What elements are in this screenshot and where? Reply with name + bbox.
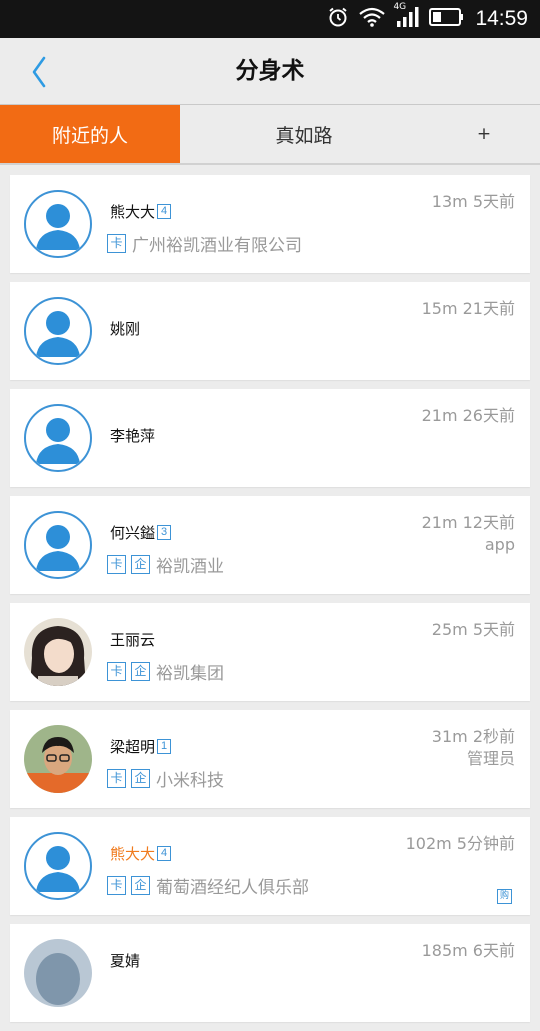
- page-title: 分身术: [235, 58, 305, 84]
- contact-name: 何兴鎰: [110, 524, 156, 542]
- user-photo: [24, 618, 92, 686]
- avatar: [24, 297, 92, 365]
- user-photo: [24, 939, 92, 1007]
- list-item[interactable]: 梁超明 1 卡 企 小米科技 31m 2秒前 管理员: [10, 710, 530, 808]
- level-badge: 3: [157, 525, 172, 540]
- list-item[interactable]: 熊大大 4 卡 企 葡萄酒经纪人俱乐部 102m 5分钟前 购: [10, 817, 530, 915]
- level-badge: 4: [157, 204, 172, 219]
- company-row: 卡 企 裕凯酒业: [107, 552, 224, 577]
- name-row: 王丽云: [110, 629, 155, 650]
- avatar: [24, 618, 92, 686]
- contact-name: 夏婧: [110, 952, 141, 970]
- contact-name: 熊大大: [110, 845, 156, 863]
- contact-name: 姚刚: [110, 320, 141, 338]
- wifi-icon: [359, 7, 386, 31]
- person-icon: [36, 311, 80, 357]
- distance-time-text: 31m 2秒前: [431, 727, 515, 746]
- person-icon: [36, 846, 80, 892]
- avatar: [24, 725, 92, 793]
- card-badge: 卡: [107, 662, 126, 681]
- contact-list: 熊大大 4 卡 广州裕凯酒业有限公司 13m 5天前 姚刚 15m 21天前 李…: [10, 175, 530, 1031]
- source-label: app: [484, 535, 515, 554]
- name-row: 梁超明 1: [110, 736, 172, 757]
- company-name: 广州裕凯酒业有限公司: [132, 236, 302, 256]
- distance-time-text: 15m 21天前: [421, 299, 515, 318]
- distance-time: 185m 6天前: [422, 940, 515, 962]
- company-name: 裕凯集团: [156, 664, 224, 684]
- company-row: 卡 广州裕凯酒业有限公司: [107, 231, 302, 256]
- list-item[interactable]: 何兴鎰 3 卡 企 裕凯酒业 21m 12天前 app: [10, 496, 530, 594]
- avatar: [24, 190, 92, 258]
- company-name: 裕凯酒业: [156, 557, 224, 577]
- enterprise-badge: 企: [131, 769, 150, 788]
- company-row: 卡 企 葡萄酒经纪人俱乐部: [107, 873, 309, 898]
- list-item[interactable]: 夏婧 185m 6天前: [10, 924, 530, 1022]
- add-tab-button[interactable]: +: [428, 105, 540, 163]
- user-photo: [24, 725, 92, 793]
- card-badge: 卡: [107, 769, 126, 788]
- distance-time: 15m 21天前: [422, 298, 515, 320]
- card-badge: 卡: [107, 234, 126, 253]
- enterprise-badge: 企: [131, 662, 150, 681]
- status-bar: 4G 14:59: [0, 0, 540, 38]
- avatar: [24, 939, 92, 1007]
- company-row: 卡 企 裕凯集团: [107, 659, 224, 684]
- distance-time-text: 102m 5分钟前: [405, 834, 515, 853]
- distance-time-text: 25m 5天前: [431, 620, 515, 639]
- purchase-badge: 购: [497, 889, 512, 904]
- distance-time-text: 13m 5天前: [431, 192, 515, 211]
- card-badge: 卡: [107, 876, 126, 895]
- distance-time: 31m 2秒前 管理员: [432, 726, 515, 770]
- name-row: 熊大大 4: [110, 201, 172, 222]
- person-icon: [36, 525, 80, 571]
- name-row: 何兴鎰 3: [110, 522, 172, 543]
- status-icons: 4G 14:59: [327, 0, 528, 38]
- avatar: [24, 832, 92, 900]
- signal-icon: 4G: [393, 2, 419, 32]
- distance-time: 21m 26天前: [422, 405, 515, 427]
- card-badge: 卡: [107, 555, 126, 574]
- clock: 14:59: [475, 7, 528, 30]
- person-icon: [36, 418, 80, 464]
- battery-icon: [429, 7, 465, 31]
- person-icon: [36, 204, 80, 250]
- list-item[interactable]: 李艳萍 21m 26天前: [10, 389, 530, 487]
- distance-time-text: 21m 26天前: [421, 406, 515, 425]
- tab-bar: 附近的人 真如路 +: [0, 104, 540, 165]
- distance-time-text: 185m 6天前: [421, 941, 515, 960]
- enterprise-badge: 企: [131, 555, 150, 574]
- distance-time: 13m 5天前: [432, 191, 515, 213]
- enterprise-badge: 企: [131, 876, 150, 895]
- tab-zhenru-road[interactable]: 真如路: [180, 105, 428, 163]
- contact-name: 梁超明: [110, 738, 156, 756]
- distance-time: 21m 12天前 app: [422, 512, 515, 556]
- name-row: 夏婧: [110, 950, 140, 971]
- contact-name: 李艳萍: [110, 427, 156, 445]
- list-item[interactable]: 王丽云 卡 企 裕凯集团 25m 5天前: [10, 603, 530, 701]
- list-item[interactable]: 熊大大 4 卡 广州裕凯酒业有限公司 13m 5天前: [10, 175, 530, 273]
- contact-name: 王丽云: [110, 631, 156, 649]
- avatar: [24, 404, 92, 472]
- alarm-icon: [327, 6, 349, 32]
- company-name: 葡萄酒经纪人俱乐部: [156, 878, 309, 898]
- name-row: 姚刚: [110, 318, 140, 339]
- role-label: 管理员: [466, 749, 515, 768]
- tab-nearby[interactable]: 附近的人: [0, 105, 180, 163]
- distance-time: 102m 5分钟前: [406, 833, 515, 855]
- level-badge: 1: [157, 739, 172, 754]
- level-badge: 4: [157, 846, 172, 861]
- name-row: 熊大大 4: [110, 843, 172, 864]
- distance-time: 25m 5天前: [432, 619, 515, 641]
- company-name: 小米科技: [156, 771, 224, 791]
- company-row: 卡 企 小米科技: [107, 766, 224, 791]
- list-item[interactable]: 姚刚 15m 21天前: [10, 282, 530, 380]
- distance-time-text: 21m 12天前: [421, 513, 515, 532]
- title-bar: 分身术: [0, 38, 540, 104]
- contact-name: 熊大大: [110, 203, 156, 221]
- avatar: [24, 511, 92, 579]
- network-type: 4G: [393, 2, 407, 12]
- name-row: 李艳萍: [110, 425, 155, 446]
